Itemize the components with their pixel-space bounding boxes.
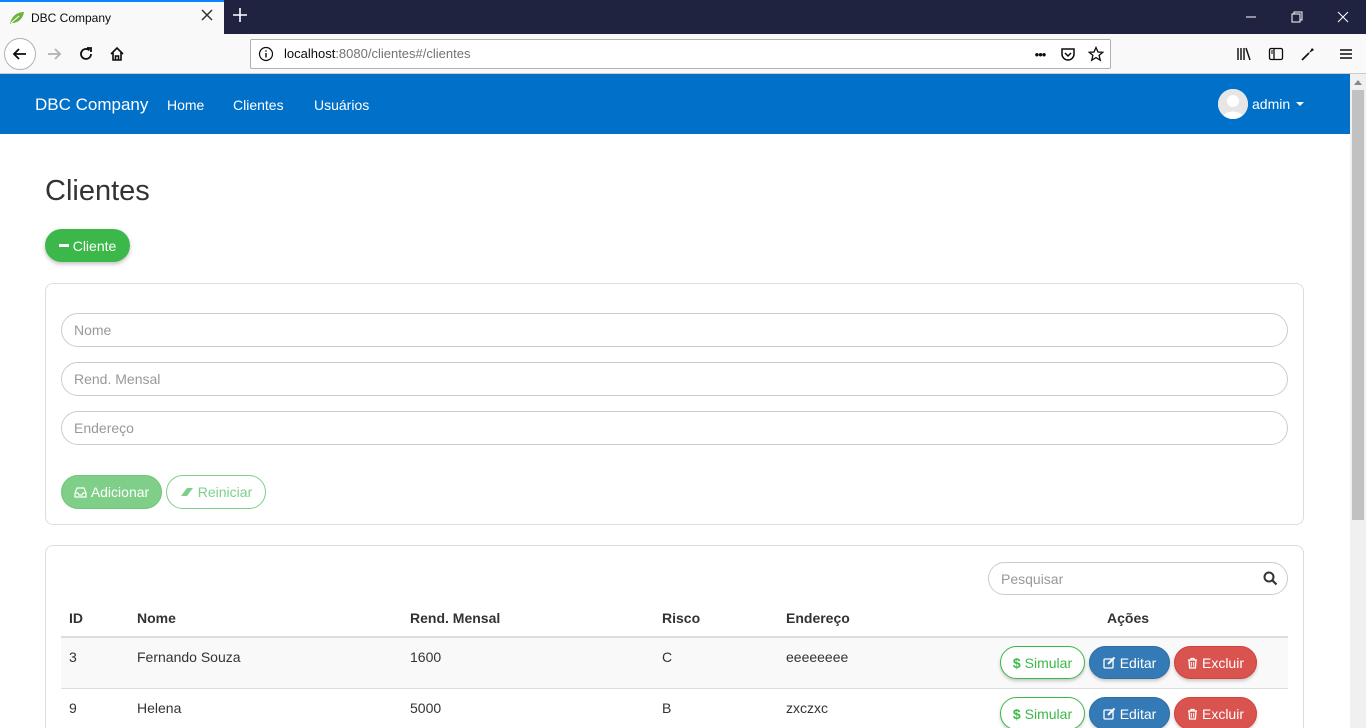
cell-endereco: zxczxc xyxy=(786,700,828,716)
cell-risco: C xyxy=(662,649,673,665)
sidebar-icon[interactable] xyxy=(1264,42,1288,66)
url-path: :8080/clientes#/clientes xyxy=(335,46,471,61)
nav-link-home[interactable]: Home xyxy=(167,97,204,113)
search-placeholder: Pesquisar xyxy=(1001,570,1064,587)
caret-down-icon xyxy=(1296,102,1305,106)
endereco-input[interactable]: Endereço xyxy=(61,411,1288,445)
eyedropper-icon[interactable] xyxy=(1296,42,1320,66)
editar-button[interactable]: Editar xyxy=(1089,646,1170,679)
reset-button[interactable]: Reiniciar xyxy=(166,475,266,509)
nav-link-usuarios[interactable]: Usuários xyxy=(314,97,369,113)
col-header-risco: Risco xyxy=(662,610,701,626)
scroll-up-arrow-icon[interactable] xyxy=(1350,74,1366,90)
nome-input[interactable]: Nome xyxy=(61,313,1288,347)
minus-icon xyxy=(58,244,69,247)
excluir-button[interactable]: Excluir xyxy=(1174,697,1257,728)
add-button-label: Adicionar xyxy=(90,484,150,500)
page-title: Clientes xyxy=(45,175,150,207)
minimize-window-button[interactable] xyxy=(1228,0,1274,34)
bookmark-star-icon[interactable] xyxy=(1084,42,1108,66)
editar-label: Editar xyxy=(1119,705,1157,722)
close-window-button[interactable] xyxy=(1320,0,1366,34)
cell-rend-mensal: 5000 xyxy=(410,700,442,716)
user-name: admin xyxy=(1252,96,1291,112)
tab-close-icon[interactable] xyxy=(199,9,215,25)
simular-label: Simular xyxy=(1024,654,1073,671)
endereco-placeholder: Endereço xyxy=(74,420,134,436)
cell-id: 3 xyxy=(69,649,77,665)
edit-icon xyxy=(1103,656,1115,669)
rend-mensal-placeholder: Rend. Mensal xyxy=(74,371,161,387)
edit-icon xyxy=(1103,707,1115,720)
info-icon[interactable] xyxy=(258,46,274,62)
simular-button[interactable]: $ Simular xyxy=(1000,646,1085,679)
menu-hamburger-icon[interactable] xyxy=(1334,42,1358,66)
cell-risco: B xyxy=(662,700,672,716)
url-host: localhost xyxy=(284,46,336,61)
user-silhouette-icon xyxy=(1218,89,1248,119)
cell-id: 9 xyxy=(69,700,77,716)
trash-icon xyxy=(1187,708,1197,720)
add-button[interactable]: Adicionar xyxy=(61,475,162,509)
simular-button[interactable]: $ Simular xyxy=(1000,697,1085,728)
excluir-label: Excluir xyxy=(1201,654,1244,671)
editar-label: Editar xyxy=(1119,654,1157,671)
cell-nome: Fernando Souza xyxy=(137,649,241,665)
tab-title: DBC Company xyxy=(31,11,112,25)
dollar-icon: $ xyxy=(1012,705,1021,722)
excluir-button[interactable]: Excluir xyxy=(1174,646,1257,679)
user-menu-toggle[interactable]: admin xyxy=(1252,96,1305,112)
cell-rend-mensal: 1600 xyxy=(410,649,442,665)
nome-placeholder: Nome xyxy=(74,322,112,338)
reset-button-label: Reiniciar xyxy=(197,484,253,500)
search-icon[interactable] xyxy=(1263,571,1278,586)
col-header-acoes: Ações xyxy=(1107,610,1150,626)
col-header-rend-mensal: Rend. Mensal xyxy=(410,610,501,626)
library-icon[interactable] xyxy=(1232,42,1256,66)
page-actions-dots: ••• xyxy=(1034,46,1047,62)
nav-link-clientes[interactable]: Clientes xyxy=(233,97,284,113)
simular-label: Simular xyxy=(1024,705,1073,722)
col-header-id: ID xyxy=(69,610,83,626)
excluir-label: Excluir xyxy=(1201,705,1244,722)
search-input[interactable]: Pesquisar xyxy=(988,562,1288,595)
new-tab-button[interactable] xyxy=(228,5,252,29)
pocket-icon[interactable] xyxy=(1056,42,1080,66)
rend-mensal-input[interactable]: Rend. Mensal xyxy=(61,362,1288,396)
scrollbar-thumb[interactable] xyxy=(1352,90,1364,520)
inbox-icon xyxy=(74,487,87,498)
brand-link[interactable]: DBC Company xyxy=(35,95,148,115)
dollar-icon: $ xyxy=(1012,654,1021,671)
back-arrow-icon[interactable] xyxy=(4,38,36,70)
toggle-client-form-label: Cliente xyxy=(72,237,117,254)
cell-endereco: eeeeeeee xyxy=(786,649,849,665)
col-header-nome: Nome xyxy=(137,610,176,626)
url-text[interactable]: localhost:8080/clientes#/clientes xyxy=(284,46,470,61)
reload-icon[interactable] xyxy=(70,38,102,70)
page-actions-icon[interactable]: ••• xyxy=(1028,42,1052,66)
trash-icon xyxy=(1187,657,1197,669)
cell-nome: Helena xyxy=(137,700,182,716)
toggle-client-form-button[interactable]: Cliente xyxy=(45,229,130,262)
home-icon[interactable] xyxy=(101,38,133,70)
col-header-endereco: Endereço xyxy=(786,610,850,626)
forward-arrow-icon[interactable] xyxy=(38,38,70,70)
editar-button[interactable]: Editar xyxy=(1089,697,1170,728)
browser-tab[interactable]: DBC Company xyxy=(0,0,224,34)
avatar[interactable] xyxy=(1218,89,1248,119)
eraser-icon xyxy=(180,488,193,496)
restore-window-button[interactable] xyxy=(1274,0,1320,34)
leaf-icon xyxy=(10,12,24,24)
